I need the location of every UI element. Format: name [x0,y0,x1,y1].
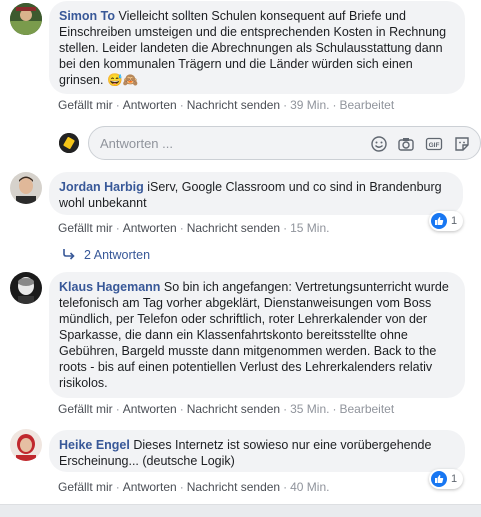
like-link[interactable]: Gefällt mir [58,480,113,494]
reply-link[interactable]: Antworten [123,480,177,494]
comment-author[interactable]: Simon To [59,9,115,23]
emoji-icon[interactable] [370,135,388,153]
like-link[interactable]: Gefällt mir [58,402,113,416]
view-replies-link[interactable]: 2 Antworten [62,248,150,262]
reply-link[interactable]: Antworten [123,98,177,112]
like-reaction-icon [431,213,447,229]
current-user-avatar [59,133,79,153]
comment-bubble: Klaus Hagemann So bin ich angefangen: Ve… [49,272,465,398]
reaction-count[interactable]: 1 [429,211,464,231]
timestamp[interactable]: 39 Min. [290,98,329,112]
avatar-image [10,172,42,204]
avatar-image [10,3,42,35]
reaction-count-value: 1 [451,215,458,227]
comment-bubble: Simon To Vielleicht sollten Schulen kons… [49,1,465,94]
like-link[interactable]: Gefällt mir [58,98,113,112]
gif-icon[interactable]: GIF [425,135,443,153]
reaction-count[interactable]: 1 [429,469,464,489]
user-avatar-icon [59,133,79,153]
send-message-link[interactable]: Nachricht senden [187,402,280,416]
comment-actions: Gefällt mir · Antworten · Nachricht senden · 3… [58,98,395,112]
comment-text: So bin ich angefangen: Vertretungsunterr… [59,280,449,390]
reply-arrow-icon [63,249,75,260]
avatar[interactable] [10,272,42,304]
edited-label[interactable]: Bearbeitet [339,98,394,112]
timestamp[interactable]: 15 Min. [290,221,329,235]
reply-input[interactable]: Antworten ... GIF [88,126,481,160]
comment-actions: Gefällt mir · Antworten · Nachricht senden · 4… [58,480,330,494]
replies-count-label: 2 Antworten [84,248,151,262]
comment-actions: Gefällt mir · Antworten · Nachricht senden · 3… [58,402,395,416]
bottom-divider [0,504,481,517]
like-link[interactable]: Gefällt mir [58,221,113,235]
avatar-image [10,272,42,304]
comment-author[interactable]: Heike Engel [59,438,130,452]
avatar[interactable] [10,3,42,35]
comment-bubble: Jordan Harbig iServ, Google Classroom un… [49,172,463,215]
avatar-image [10,429,42,461]
send-message-link[interactable]: Nachricht senden [187,98,280,112]
reply-link[interactable]: Antworten [123,402,177,416]
edited-label[interactable]: Bearbeitet [339,402,394,416]
reaction-count-value: 1 [451,473,458,485]
send-message-link[interactable]: Nachricht senden [187,221,280,235]
timestamp[interactable]: 35 Min. [290,402,329,416]
send-message-link[interactable]: Nachricht senden [187,480,280,494]
comment-bubble: Heike Engel Dieses Internetz ist sowieso… [49,430,465,472]
avatar[interactable] [10,172,42,204]
avatar[interactable] [10,429,42,461]
camera-icon[interactable] [397,135,415,153]
reply-placeholder: Antworten ... [100,136,173,151]
svg-text:GIF: GIF [429,142,440,149]
comment-actions: Gefällt mir · Antworten · Nachricht senden · 1… [58,221,330,235]
timestamp[interactable]: 40 Min. [290,480,329,494]
comment-author[interactable]: Jordan Harbig [59,180,144,194]
sticker-icon[interactable] [453,135,471,153]
comment-text: Vielleicht sollten Schulen konsequent au… [59,9,447,87]
reply-link[interactable]: Antworten [123,221,177,235]
like-reaction-icon [431,471,447,487]
comment-author[interactable]: Klaus Hagemann [59,280,160,294]
